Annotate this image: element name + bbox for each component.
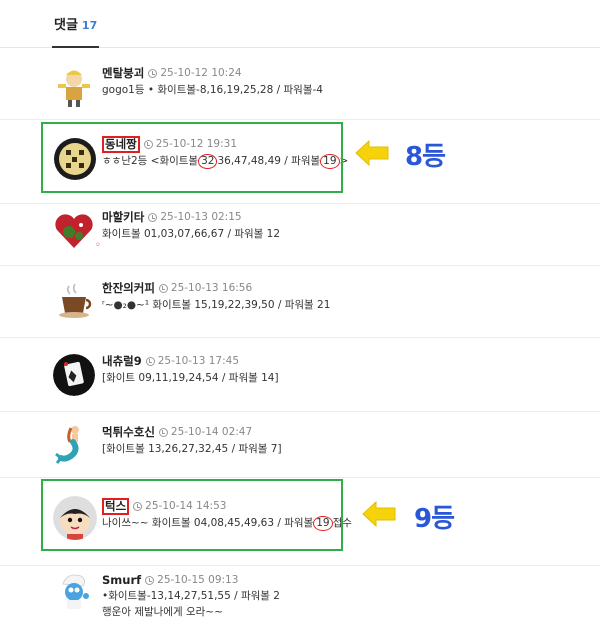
clock-icon [158,283,168,293]
comment-date: 25-10-13 17:45 [157,355,240,367]
comment-item: 먹튀수호신 25-10-14 02:47 [화이트볼 13,26,27,32,4… [0,412,600,478]
comment-tab-bar: 댓글 17 [0,0,600,48]
coffee-cup-icon[interactable] [53,280,95,322]
comment-author[interactable]: 한잔의커피 [102,280,155,296]
tab-comments[interactable]: 댓글 17 [52,18,100,48]
comment-date: 25-10-13 02:15 [160,211,242,223]
comment-author[interactable]: 마할키타 [102,209,144,225]
comment-item: 마할키타 25-10-13 02:15 화이트볼 01,03,07,66,67 … [0,204,600,266]
comment-text: [화이트볼 13,26,27,32,45 / 파워볼 7] [102,443,282,455]
smurf-icon[interactable] [53,570,95,612]
comment-count-badge: 17 [81,19,98,32]
comment-author[interactable]: 내츄럴9 [102,353,142,369]
comment-extra-mark: ◦ [95,240,101,251]
rank-label: 8등 [405,142,446,172]
comment-item: Smurf 25-10-15 09:13 •화이트볼-13,14,27,51,5… [0,566,600,638]
clock-icon [148,212,158,222]
comment-item: 한잔의커피 25-10-13 16:56 ʳ~●₂●~¹ 화이트볼 15,19,… [0,266,600,338]
comment-text: gogo1등 • 화이트볼-8,16,19,25,28 / 파워볼-4 [102,84,323,96]
clock-icon [145,356,155,366]
cartoon-character-icon[interactable] [53,66,95,108]
comment-text: 화이트볼 01,03,07,66,67 / 파워볼 12 [102,228,281,240]
rank-label: 9등 [414,504,455,534]
comment-date: 25-10-15 09:13 [157,574,239,586]
comment-text: •화이트볼-13,14,27,51,55 / 파워볼 2 [102,590,280,602]
highlight-box [41,479,343,551]
comment-author[interactable]: Smurf [102,573,141,587]
clock-icon [145,575,155,585]
clock-icon [158,427,168,437]
comment-item: 내츄럴9 25-10-13 17:45 [화이트 09,11,19,24,54 … [0,338,600,412]
tab-comments-label: 댓글 [54,18,78,33]
comment-text: ʳ~●₂●~¹ 화이트볼 15,19,22,39,50 / 파워볼 21 [102,299,331,311]
clock-icon [148,68,158,78]
comment-date: 25-10-14 02:47 [170,426,253,438]
mermaid-icon[interactable] [53,422,95,464]
comment-item: 멘탈붕괴 25-10-12 10:24 gogo1등 • 화이트볼-8,16,1… [0,48,600,120]
heart-icon[interactable] [53,210,95,252]
playing-card-icon[interactable] [53,354,95,396]
comment-date: 25-10-13 16:56 [170,282,253,294]
highlight-box [41,122,343,193]
left-arrow-icon [362,501,396,527]
comment-text: [화이트 09,11,19,24,54 / 파워볼 14] [102,372,279,384]
left-arrow-icon [355,140,389,166]
comment-author[interactable]: 멘탈붕괴 [102,65,144,81]
comment-text-line2: 행운아 제발나에게 오라~~ [102,606,223,618]
comment-author[interactable]: 먹튀수호신 [102,424,155,440]
comment-date: 25-10-12 10:24 [160,67,242,79]
